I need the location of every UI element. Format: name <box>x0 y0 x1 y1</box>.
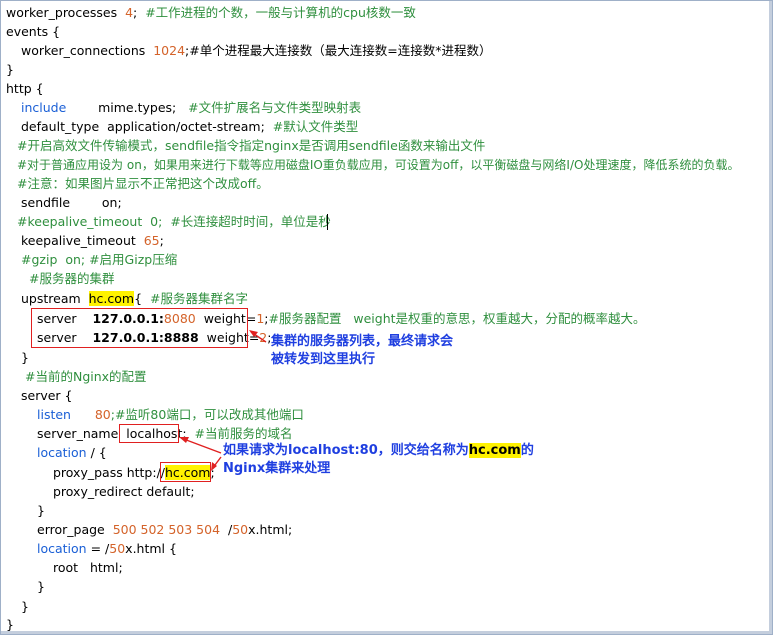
arrow-head-server-name <box>179 437 189 443</box>
config-screenshot: worker_processes 4; #工作进程的个数，一般与计算机的cpu核… <box>0 0 773 635</box>
annotation-arrows <box>179 330 267 471</box>
